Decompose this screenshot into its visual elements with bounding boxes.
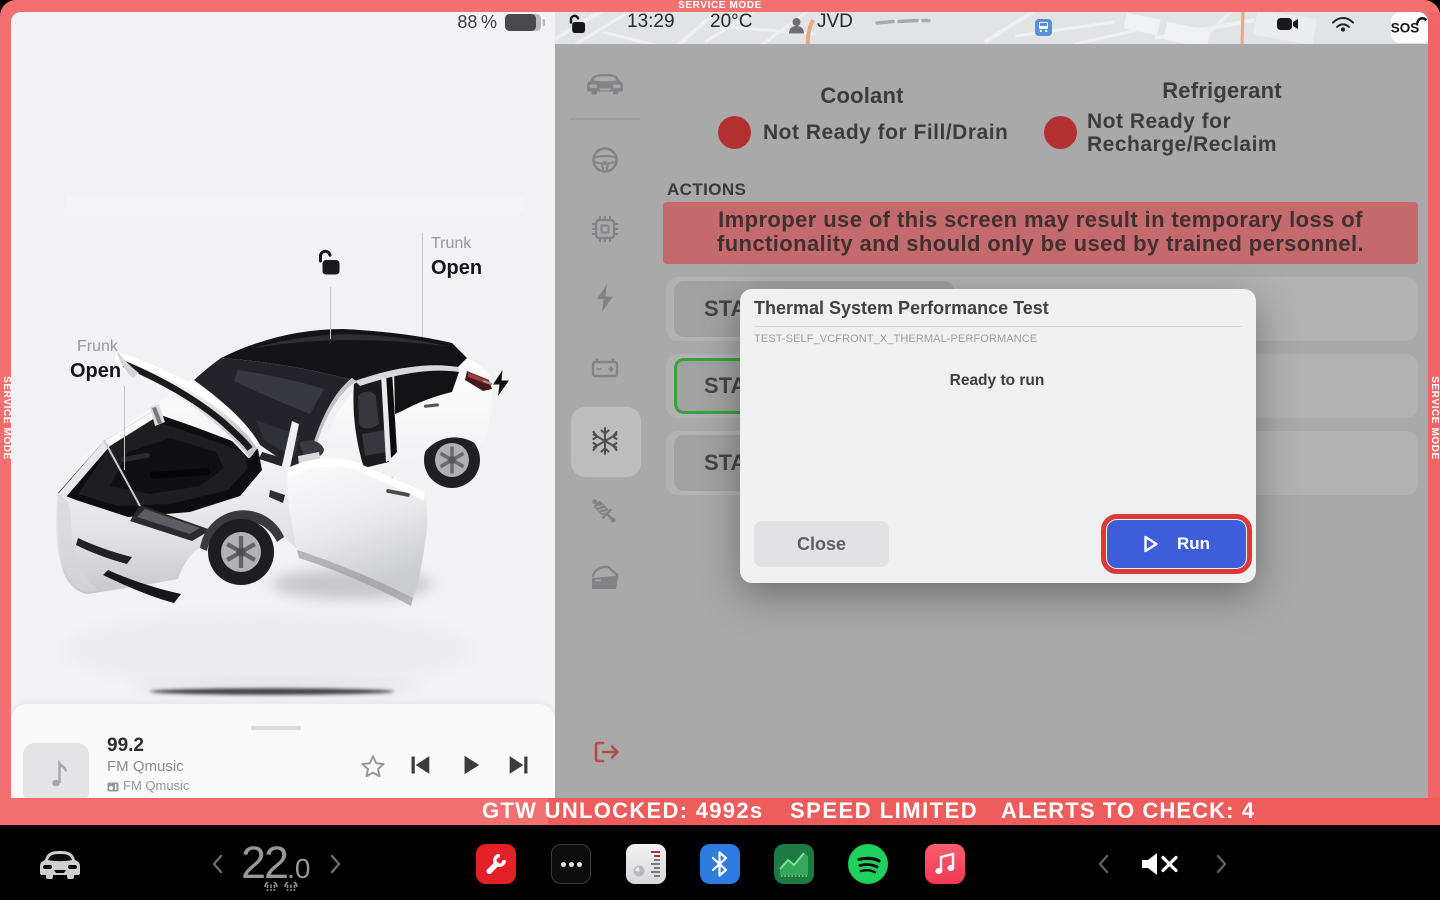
svg-text:SOS: SOS — [1391, 21, 1420, 36]
